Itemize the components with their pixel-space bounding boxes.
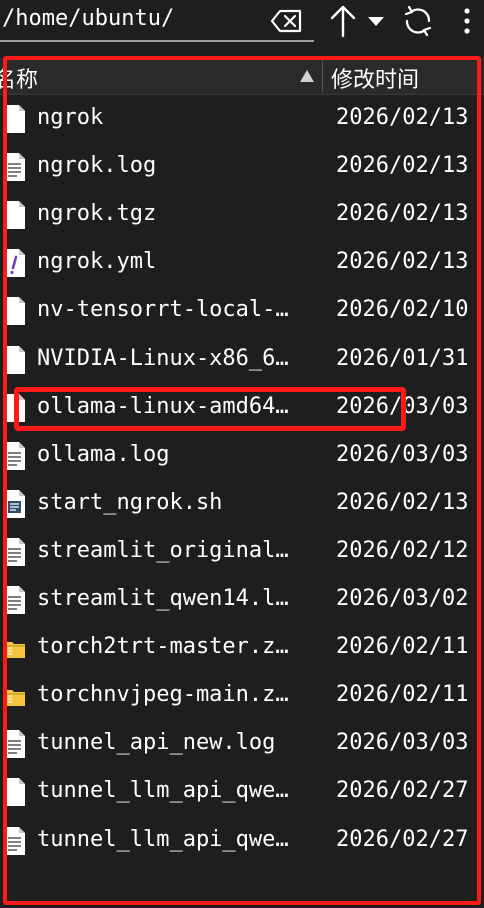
archive-icon: [4, 633, 26, 663]
file-row[interactable]: torch2trt-master.z… 2026/02/11: [0, 625, 484, 673]
path-input[interactable]: /home/ubuntu/: [0, 0, 314, 42]
file-name: ollama.log: [37, 442, 170, 467]
file-row[interactable]: start_ngrok.sh 2026/02/13: [0, 481, 484, 529]
file-name: streamlit_original…: [37, 538, 289, 563]
file-modified-date: 2026/03/03: [336, 394, 469, 419]
refresh-icon[interactable]: [402, 5, 434, 37]
unknown-file-icon: [4, 248, 26, 278]
text-file-icon: [4, 441, 26, 471]
file-icon: [4, 200, 26, 230]
file-row[interactable]: nv-tensorrt-local-… 2026/02/10: [0, 288, 484, 336]
file-icon: [4, 345, 26, 375]
more-vertical-icon[interactable]: [460, 6, 474, 36]
file-name: ngrok.tgz: [37, 201, 157, 226]
file-modified-date: 2026/02/11: [336, 682, 469, 707]
file-row[interactable]: ngrok.log 2026/02/13: [0, 144, 484, 192]
date-column-header[interactable]: 修改时间: [323, 58, 484, 94]
backspace-icon[interactable]: [270, 8, 304, 34]
file-name: ollama-linux-amd64…: [37, 394, 289, 419]
file-modified-date: 2026/03/02: [336, 586, 469, 611]
text-file-icon: [4, 152, 26, 182]
file-icon: [4, 393, 26, 423]
sort-ascending-icon: [299, 68, 315, 82]
path-text[interactable]: /home/ubuntu/: [2, 6, 174, 31]
file-name: ngrok: [37, 105, 104, 130]
file-modified-date: 2026/03/03: [336, 730, 469, 755]
archive-icon: [4, 681, 26, 711]
caret-down-icon[interactable]: [367, 14, 385, 28]
file-name: streamlit_qwen14.l…: [37, 586, 289, 611]
file-row[interactable]: ollama.log 2026/03/03: [0, 433, 484, 481]
file-modified-date: 2026/02/13: [336, 249, 469, 274]
file-modified-date: 2026/02/27: [336, 778, 469, 803]
file-icon: [4, 104, 26, 134]
script-file-icon: [4, 489, 26, 519]
file-row[interactable]: tunnel_api_new.log 2026/03/03: [0, 721, 484, 769]
file-row[interactable]: ngrok.tgz 2026/02/13: [0, 192, 484, 240]
file-row[interactable]: ngrok 2026/02/13: [0, 96, 484, 144]
text-file-icon: [4, 537, 26, 567]
file-row[interactable]: streamlit_qwen14.l… 2026/03/02: [0, 577, 484, 625]
file-modified-date: 2026/02/27: [336, 827, 469, 852]
file-row[interactable]: ngrok.yml 2026/02/13: [0, 240, 484, 288]
file-name: torch2trt-master.z…: [37, 634, 289, 659]
file-name: tunnel_api_new.log: [37, 730, 276, 755]
file-row[interactable]: torchnvjpeg-main.z… 2026/02/11: [0, 673, 484, 721]
file-modified-date: 2026/03/03: [336, 442, 469, 467]
file-row[interactable]: ollama-linux-amd64… 2026/03/03: [0, 385, 484, 433]
file-name: tunnel_llm_api_qwe…: [37, 827, 289, 852]
file-modified-date: 2026/02/12: [336, 538, 469, 563]
file-name: nv-tensorrt-local-…: [37, 297, 289, 322]
file-name: tunnel_llm_api_qwe…: [37, 778, 289, 803]
file-row[interactable]: NVIDIA-Linux-x86_6… 2026/01/31: [0, 337, 484, 385]
name-column-header[interactable]: 名称: [0, 58, 322, 94]
column-header: 名称 修改时间: [0, 58, 484, 95]
file-name: ngrok.yml: [37, 249, 157, 274]
toolbar: /home/ubuntu/: [0, 0, 484, 46]
file-row[interactable]: streamlit_original… 2026/02/12: [0, 529, 484, 577]
file-row[interactable]: tunnel_llm_api_qwe… 2026/02/27: [0, 769, 484, 817]
arrow-up-icon[interactable]: [330, 4, 356, 38]
text-file-icon: [4, 826, 26, 856]
file-row[interactable]: tunnel_llm_api_qwe… 2026/02/27: [0, 818, 484, 866]
file-modified-date: 2026/02/13: [336, 201, 469, 226]
text-file-icon: [4, 729, 26, 759]
file-name: torchnvjpeg-main.z…: [37, 682, 289, 707]
file-modified-date: 2026/02/13: [336, 490, 469, 515]
text-file-icon: [4, 585, 26, 615]
file-modified-date: 2026/02/11: [336, 634, 469, 659]
file-icon: [4, 777, 26, 807]
file-name: start_ngrok.sh: [37, 490, 223, 515]
file-modified-date: 2026/02/13: [336, 153, 469, 178]
file-icon: [4, 296, 26, 326]
file-name: ngrok.log: [37, 153, 157, 178]
file-browser: /home/ubuntu/ 名称 修改时间 ngrok 2026/02/13 n…: [0, 0, 484, 908]
file-modified-date: 2026/02/10: [336, 297, 469, 322]
file-list: ngrok 2026/02/13 ngrok.log 2026/02/13 ngrok.…: [0, 96, 484, 876]
file-name: NVIDIA-Linux-x86_6…: [37, 346, 289, 371]
file-modified-date: 2026/01/31: [336, 346, 469, 371]
date-column-label: 修改时间: [331, 68, 420, 93]
name-column-label: 名称: [0, 68, 39, 93]
file-modified-date: 2026/02/13: [336, 105, 469, 130]
